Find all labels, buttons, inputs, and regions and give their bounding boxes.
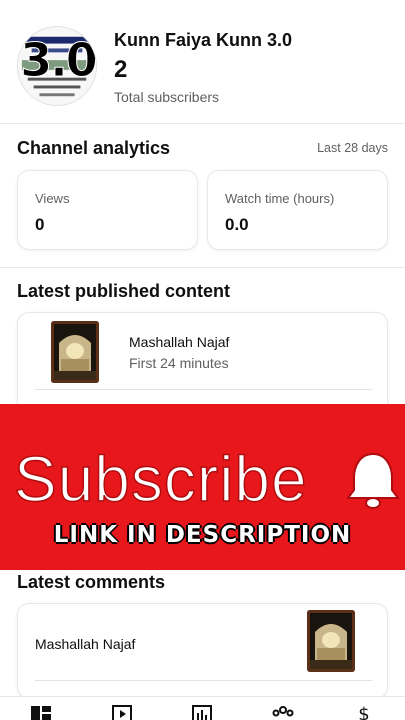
content-performance: First 24 minutes bbox=[129, 355, 229, 371]
channel-avatar[interactable]: 3.0 bbox=[17, 26, 97, 106]
divider bbox=[0, 267, 405, 268]
comment-video-title[interactable]: Mashallah Najaf bbox=[35, 636, 135, 652]
watch-time-label: Watch time (hours) bbox=[225, 191, 335, 206]
earn-icon[interactable]: $ bbox=[352, 704, 376, 720]
views-value: 0 bbox=[35, 215, 45, 234]
latest-content-title: Latest published content bbox=[17, 281, 231, 301]
divider bbox=[0, 123, 405, 124]
card-divider bbox=[35, 680, 372, 681]
analytics-title: Channel analytics bbox=[17, 138, 171, 158]
channel-header: 3.0 Kunn Faiya Kunn 3.0 2 Total subscrib… bbox=[17, 26, 397, 108]
mosque-thumbnail-image bbox=[307, 610, 355, 672]
latest-comment-card[interactable]: Mashallah Najaf bbox=[17, 603, 388, 699]
card-divider bbox=[35, 389, 372, 390]
svg-text:$: $ bbox=[358, 704, 369, 720]
views-card[interactable]: Views 0 bbox=[17, 170, 198, 250]
link-in-description-text: LINK IN DESCRIPTION bbox=[53, 522, 352, 548]
video-thumbnail[interactable] bbox=[51, 321, 99, 383]
content-title[interactable]: Mashallah Najaf bbox=[129, 334, 229, 350]
avatar-overlay-text: 3.0 bbox=[20, 33, 96, 88]
subscribe-text: Subscribe bbox=[13, 442, 308, 516]
subscriber-count: 2 bbox=[114, 56, 128, 83]
community-icon[interactable] bbox=[271, 704, 295, 720]
analytics-period[interactable]: Last 28 days bbox=[317, 141, 388, 155]
dashboard-icon[interactable] bbox=[29, 704, 53, 720]
channel-name: Kunn Faiya Kunn 3.0 bbox=[114, 30, 293, 50]
watch-time-value: 0.0 bbox=[225, 215, 249, 234]
bell-icon bbox=[346, 452, 400, 509]
watch-time-card[interactable]: Watch time (hours) 0.0 bbox=[207, 170, 388, 250]
latest-comments-title: Latest comments bbox=[17, 572, 166, 592]
mosque-thumbnail-image bbox=[51, 321, 99, 383]
bottom-navigation: $ bbox=[0, 696, 405, 720]
comment-video-thumbnail[interactable] bbox=[307, 610, 355, 672]
subscriber-label: Total subscribers bbox=[114, 89, 220, 105]
views-label: Views bbox=[35, 191, 70, 206]
analytics-icon[interactable] bbox=[190, 704, 214, 720]
subscribe-banner[interactable]: Subscribe LINK IN DESCRIPTION bbox=[0, 404, 405, 570]
content-icon[interactable] bbox=[110, 704, 134, 720]
